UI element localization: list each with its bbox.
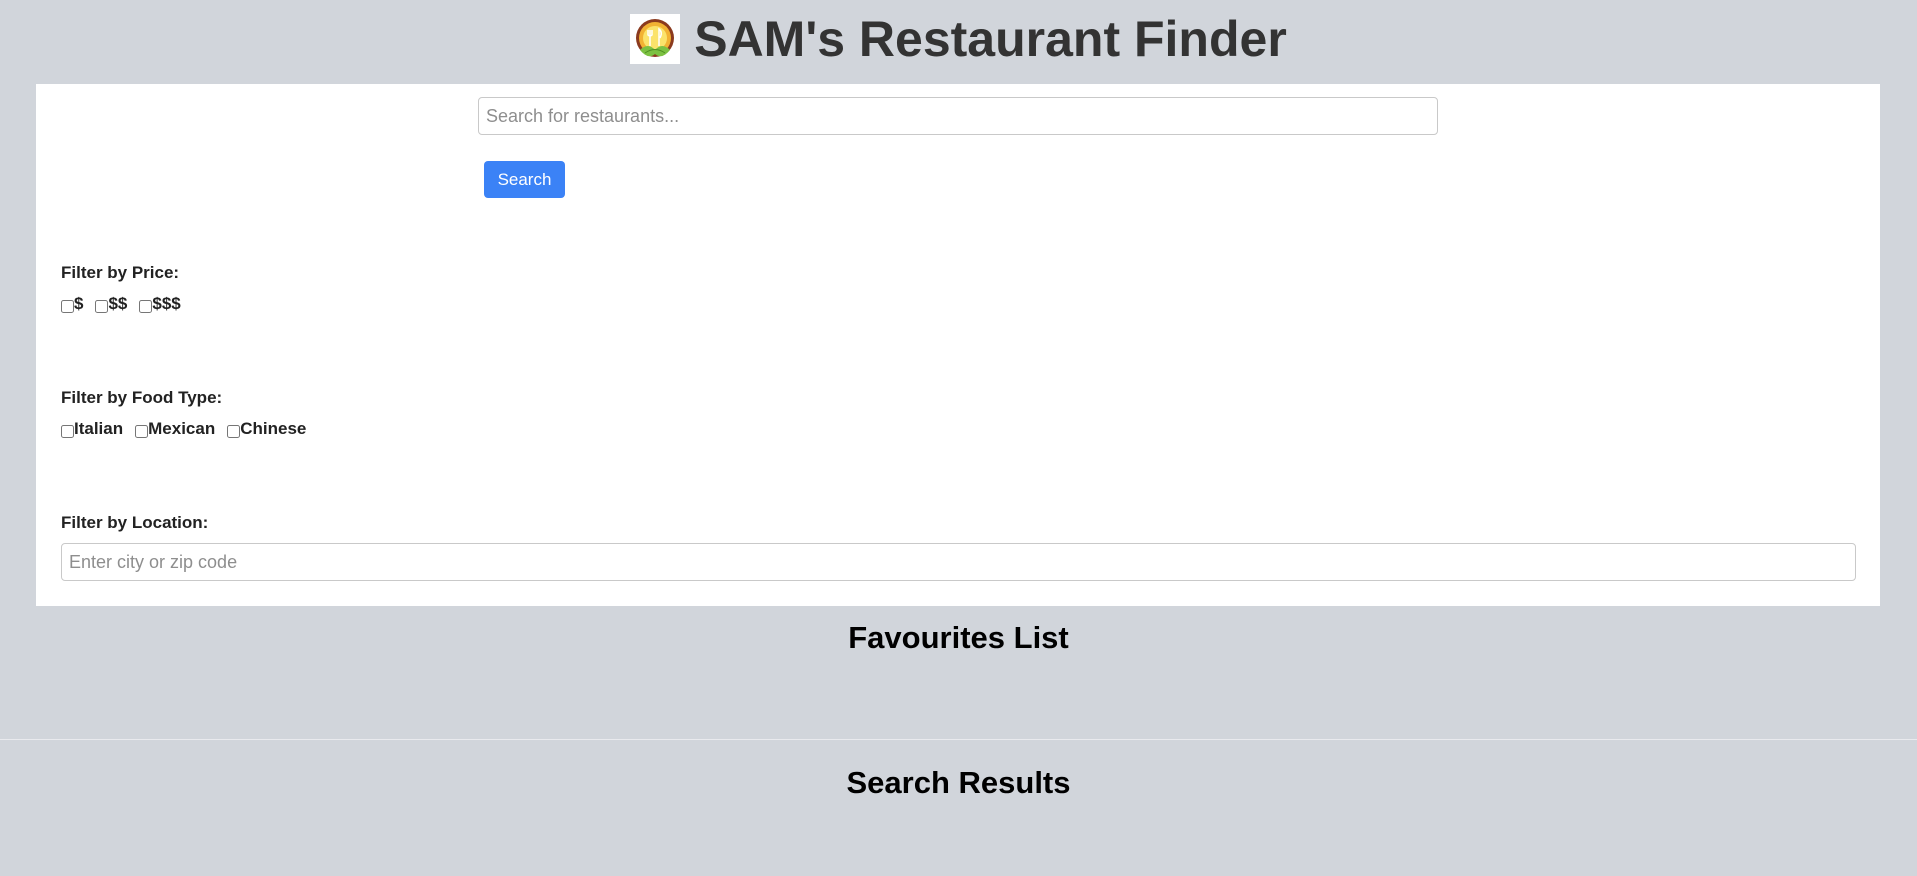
page-title: SAM's Restaurant Finder — [694, 11, 1287, 67]
section-divider — [0, 739, 1917, 740]
price-option-label: $ — [74, 294, 84, 313]
food-type-filter-label: Filter by Food Type: — [61, 388, 223, 407]
favourites-list-heading: Favourites List — [848, 620, 1069, 655]
chinese-checkbox[interactable] — [227, 424, 241, 438]
price-option-3[interactable]: $$$ — [139, 294, 181, 314]
location-input[interactable] — [61, 543, 1856, 581]
search-input[interactable] — [478, 97, 1438, 135]
food-type-option-label: Chinese — [240, 419, 307, 438]
price-checkbox-3[interactable] — [139, 299, 153, 313]
italian-checkbox[interactable] — [61, 424, 74, 438]
food-type-option-italian[interactable]: Italian — [61, 419, 123, 439]
price-filter-label: Filter by Price: — [61, 263, 180, 282]
location-filter-label: Filter by Location: — [61, 513, 209, 532]
search-results-heading: Search Results — [846, 765, 1071, 800]
price-option-label: $$ — [108, 294, 128, 313]
food-type-option-label: Mexican — [148, 419, 216, 438]
price-option-label: $$$ — [152, 294, 181, 313]
price-option-2[interactable]: $$ — [95, 294, 127, 314]
price-option-1[interactable]: $ — [61, 294, 83, 314]
price-checkbox-1[interactable] — [61, 299, 74, 313]
app-header: SAM's Restaurant Finder — [0, 14, 1917, 64]
price-filter-options: $ $$ $$$ — [61, 294, 193, 314]
price-checkbox-2[interactable] — [95, 299, 109, 313]
food-type-option-chinese[interactable]: Chinese — [227, 419, 306, 439]
search-button[interactable]: Search — [484, 161, 565, 198]
restaurant-logo-icon — [630, 14, 681, 64]
mexican-checkbox[interactable] — [135, 424, 149, 438]
food-type-option-label: Italian — [74, 419, 124, 438]
food-type-option-mexican[interactable]: Mexican — [135, 419, 215, 439]
filter-panel: Search Filter by Price: $ $$ $$$ Filter … — [36, 84, 1880, 606]
food-type-filter-options: Italian Mexican Chinese — [61, 419, 318, 439]
